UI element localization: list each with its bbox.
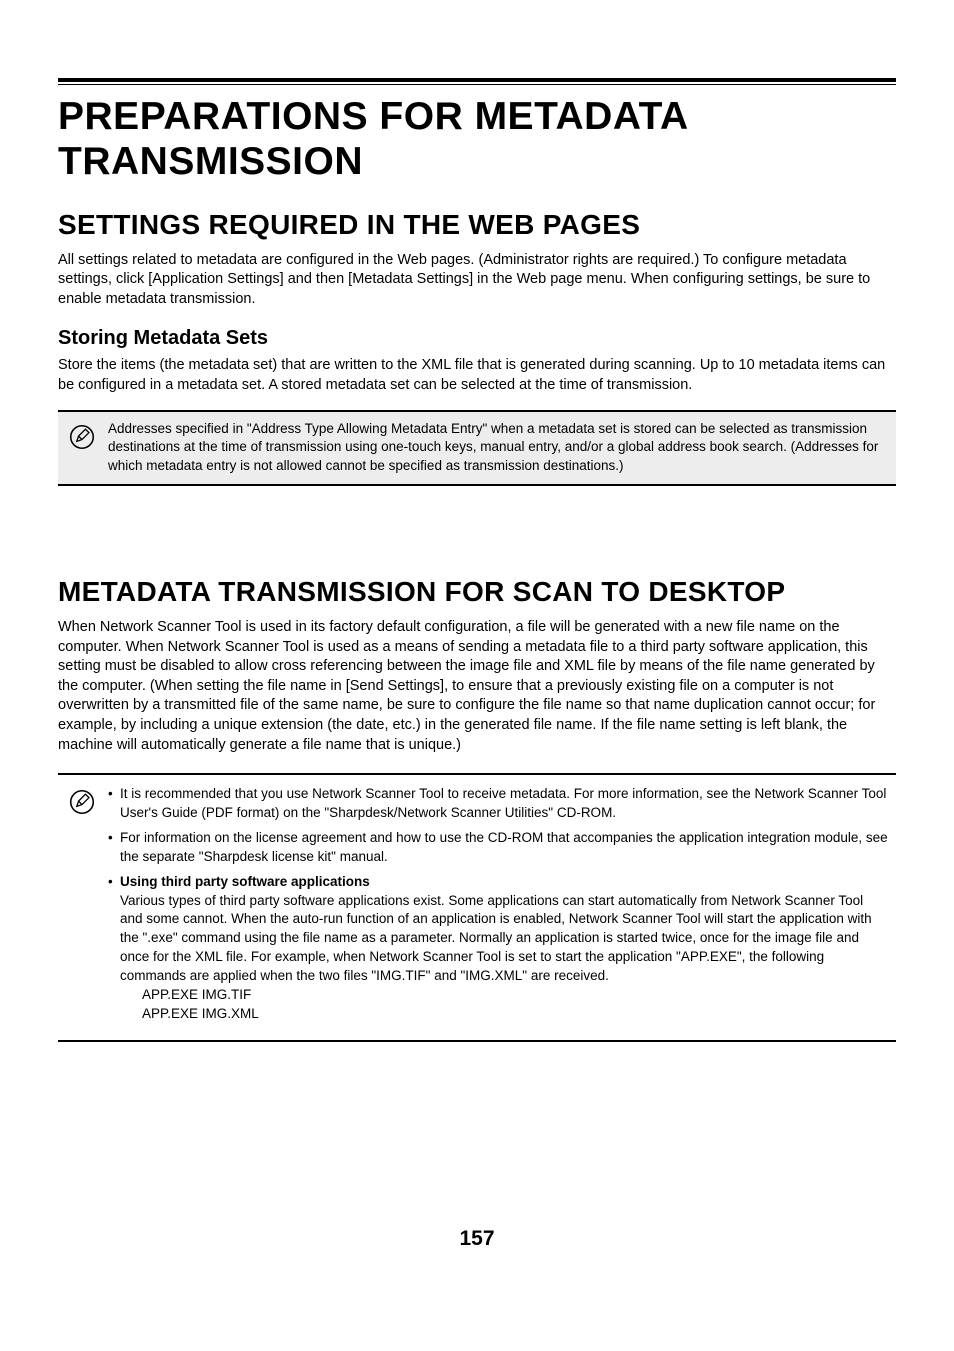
note2-item3-lead: Using third party software applications	[120, 874, 370, 889]
note-box-1: Addresses specified in "Address Type All…	[58, 410, 896, 487]
note2-item1: It is recommended that you use Network S…	[108, 785, 888, 823]
section2-title: METADATA TRANSMISSION FOR SCAN TO DESKTO…	[58, 576, 896, 608]
pencil-icon	[62, 420, 102, 450]
note2-item2: For information on the license agreement…	[108, 829, 888, 867]
page-number: 157	[0, 1227, 954, 1251]
note2-item3-cmd1: APP.EXE IMG.TIF	[120, 986, 888, 1005]
note2-item3-cmd2: APP.EXE IMG.XML	[120, 1005, 888, 1024]
note2-item3-body: Various types of third party software ap…	[120, 893, 872, 984]
pencil-icon	[62, 785, 102, 815]
note-box-2: It is recommended that you use Network S…	[58, 773, 896, 1042]
section1-body: All settings related to metadata are con…	[58, 251, 896, 310]
note2-item3: Using third party software applications …	[108, 873, 888, 1024]
section1-title: SETTINGS REQUIRED IN THE WEB PAGES	[58, 209, 896, 241]
section1-subbody: Store the items (the metadata set) that …	[58, 356, 896, 395]
note1-text: Addresses specified in "Address Type All…	[102, 420, 888, 477]
top-thin-rule	[58, 84, 896, 85]
main-title: PREPARATIONS FOR METADATA TRANSMISSION	[58, 95, 896, 185]
top-thick-rule	[58, 78, 896, 82]
section1-subheading: Storing Metadata Sets	[58, 327, 896, 350]
note2-list: It is recommended that you use Network S…	[108, 785, 888, 1024]
section2-body: When Network Scanner Tool is used in its…	[58, 618, 896, 755]
